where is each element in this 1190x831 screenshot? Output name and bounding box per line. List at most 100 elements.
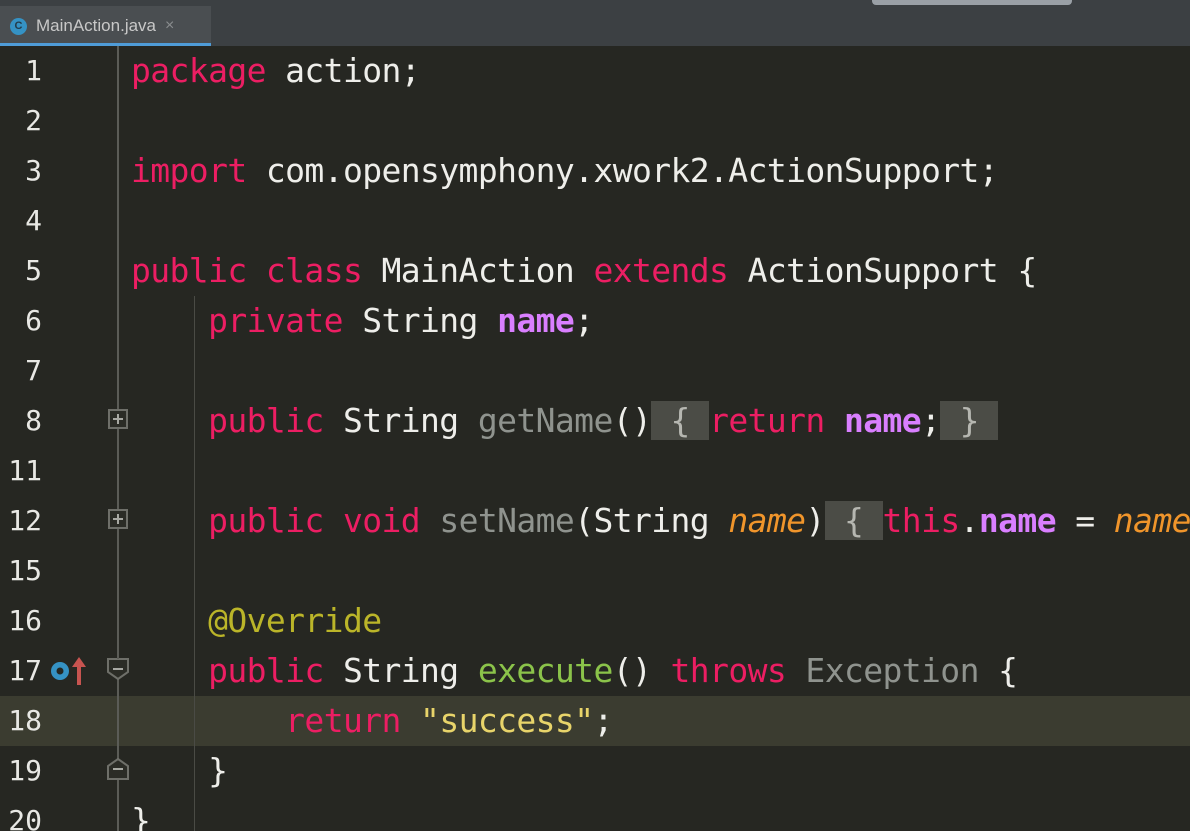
code-token: package bbox=[131, 51, 266, 90]
code-line-row[interactable]: 11 bbox=[0, 446, 1190, 496]
code-text[interactable]: public void setName(String name) { this.… bbox=[131, 496, 1190, 546]
line-number: 3 bbox=[25, 154, 42, 187]
line-number: 11 bbox=[8, 454, 42, 487]
code-line-row[interactable]: 6 private String name; bbox=[0, 296, 1190, 346]
code-line-row[interactable]: 5 public class MainAction extends ActionS… bbox=[0, 246, 1190, 296]
code-token: String bbox=[323, 401, 478, 440]
code-token: public bbox=[131, 251, 247, 290]
code-token: () bbox=[612, 651, 671, 690]
code-token: public bbox=[208, 651, 324, 690]
code-editor[interactable]: 1 package action; 2 3 import com.opensymphon… bbox=[0, 46, 1190, 831]
code-text[interactable]: package action; bbox=[131, 46, 421, 96]
implements-arrow-icon[interactable] bbox=[71, 657, 87, 685]
override-method-icon[interactable] bbox=[50, 661, 70, 681]
code-text[interactable]: } bbox=[131, 746, 228, 796]
code-token: setName bbox=[439, 501, 575, 540]
fold-collapse-icon[interactable] bbox=[107, 658, 129, 680]
gutter-separator-segment bbox=[117, 46, 119, 96]
code-token: "success" bbox=[420, 701, 594, 740]
code-token: this bbox=[882, 501, 961, 540]
code-token: () bbox=[612, 401, 652, 440]
code-token: name bbox=[497, 301, 575, 340]
line-number: 12 bbox=[8, 504, 42, 537]
gutter-separator-segment bbox=[117, 346, 119, 396]
code-line-row[interactable]: 1 package action; bbox=[0, 46, 1190, 96]
code-line-row[interactable]: 7 bbox=[0, 346, 1190, 396]
code-token: public bbox=[208, 401, 324, 440]
code-text[interactable]: public String execute() throws Exception… bbox=[131, 646, 1018, 696]
code-token: } bbox=[131, 751, 228, 790]
fold-guide-line bbox=[117, 696, 119, 746]
code-token: String bbox=[323, 651, 478, 690]
code-token: private bbox=[208, 301, 343, 340]
fold-expand-icon[interactable] bbox=[108, 409, 128, 429]
code-token: name bbox=[843, 401, 922, 440]
code-line-row[interactable]: 19 } bbox=[0, 746, 1190, 796]
code-token: ; bbox=[574, 301, 594, 340]
code-token: } bbox=[940, 401, 999, 440]
code-token: name bbox=[728, 501, 806, 540]
line-number: 8 bbox=[25, 404, 42, 437]
code-token: @Override bbox=[208, 601, 382, 640]
line-number: 5 bbox=[25, 254, 42, 287]
line-number: 6 bbox=[25, 304, 42, 337]
code-line-row[interactable]: 3 import com.opensymphony.xwork2.ActionSu… bbox=[0, 146, 1190, 196]
code-token: name bbox=[978, 501, 1057, 540]
line-number: 16 bbox=[8, 604, 42, 637]
code-token: getName bbox=[477, 401, 613, 440]
code-token: String bbox=[342, 301, 498, 340]
gutter-separator-segment bbox=[117, 596, 119, 646]
code-text[interactable]: import com.opensymphony.xwork2.ActionSup… bbox=[131, 146, 999, 196]
tab-mainaction-java[interactable]: C MainAction.java × bbox=[0, 6, 211, 46]
fold-collapse-icon[interactable] bbox=[107, 758, 129, 780]
code-token: { bbox=[651, 401, 710, 440]
code-text[interactable]: public String getName() { return name; } bbox=[131, 396, 999, 446]
gutter-separator-segment bbox=[117, 296, 119, 346]
indent-guide bbox=[194, 346, 195, 396]
code-token: public bbox=[208, 501, 324, 540]
code-line-row[interactable]: 12 public void setName(String name) { th… bbox=[0, 496, 1190, 546]
code-token: return bbox=[285, 701, 401, 740]
code-line-row[interactable]: 17 public String execute() throws Except… bbox=[0, 646, 1190, 696]
indent-guide bbox=[194, 446, 195, 496]
cutoff-toolbar-widget[interactable] bbox=[872, 0, 1072, 5]
code-line-row[interactable]: 4 bbox=[0, 196, 1190, 246]
line-number: 19 bbox=[8, 754, 42, 787]
line-number: 20 bbox=[8, 804, 42, 831]
code-text[interactable]: return "success"; bbox=[131, 696, 613, 746]
code-text[interactable]: @Override bbox=[131, 596, 382, 646]
code-token: return bbox=[709, 401, 825, 440]
code-token: ; bbox=[593, 701, 613, 740]
code-line-row[interactable]: 8 public String getName() { return name;… bbox=[0, 396, 1190, 446]
code-token: class bbox=[265, 251, 363, 290]
code-text[interactable]: } bbox=[131, 796, 151, 831]
code-token: action; bbox=[265, 51, 421, 90]
fold-guide-line bbox=[117, 780, 119, 796]
code-token: . bbox=[959, 501, 980, 540]
close-icon[interactable]: × bbox=[165, 18, 174, 34]
indent-guide bbox=[194, 796, 195, 831]
gutter-separator-segment bbox=[117, 96, 119, 146]
code-text[interactable]: public class MainAction extends ActionSu… bbox=[131, 246, 1037, 296]
java-class-icon: C bbox=[10, 17, 27, 35]
line-number: 1 bbox=[25, 54, 42, 87]
code-token: throws bbox=[670, 651, 787, 690]
code-token: = bbox=[1055, 501, 1114, 540]
code-line-row[interactable]: 18 return "success"; bbox=[0, 696, 1190, 746]
code-token: import bbox=[131, 151, 247, 190]
code-token: (String bbox=[574, 501, 729, 540]
line-number: 4 bbox=[25, 204, 42, 237]
indent-guide bbox=[194, 546, 195, 596]
code-line-row[interactable]: 15 bbox=[0, 546, 1190, 596]
code-text[interactable]: private String name; bbox=[131, 296, 594, 346]
code-line-row[interactable]: 2 bbox=[0, 96, 1190, 146]
code-line-row[interactable]: 16 @Override bbox=[0, 596, 1190, 646]
code-line-row[interactable]: 20} bbox=[0, 796, 1190, 831]
fold-expand-icon[interactable] bbox=[108, 509, 128, 529]
